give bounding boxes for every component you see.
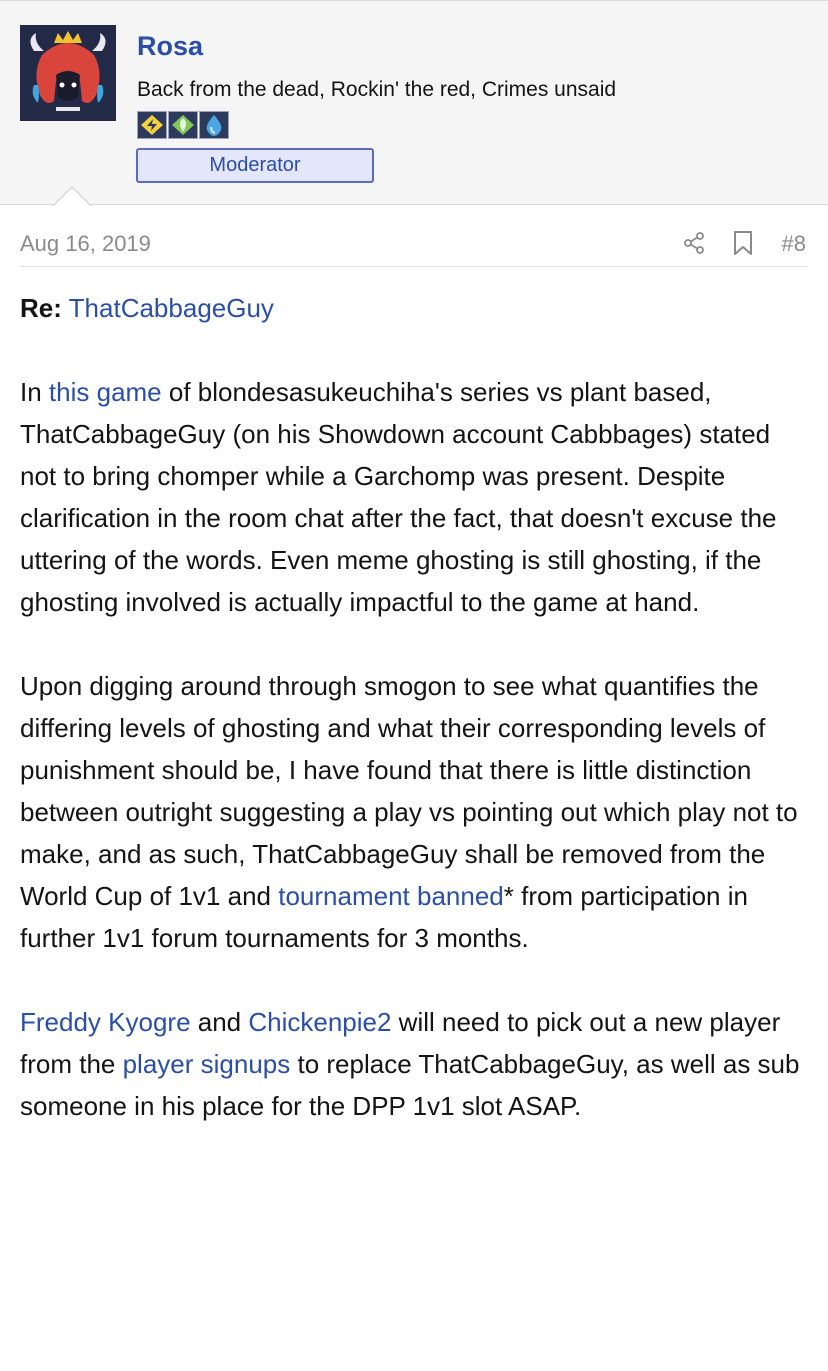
username-link[interactable]: Rosa [137, 31, 203, 62]
paragraph-2: Upon digging around through smogon to se… [20, 671, 798, 953]
grass-type-badge-icon [168, 111, 198, 139]
post-date[interactable]: Aug 16, 2019 [20, 231, 151, 257]
paragraph-3: Freddy Kyogre and Chickenpie2 will need … [20, 1007, 800, 1121]
user-title: Back from the dead, Rockin' the red, Cri… [137, 78, 617, 101]
bookmark-icon[interactable] [732, 230, 754, 256]
electric-type-badge-icon [137, 111, 167, 139]
share-icon[interactable] [682, 231, 706, 255]
water-type-badge-icon [199, 111, 229, 139]
this-game-link[interactable]: this game [49, 377, 162, 407]
type-badges [137, 111, 229, 139]
avatar-image [20, 25, 116, 121]
freddy-kyogre-mention-link[interactable]: Freddy Kyogre [20, 1007, 191, 1037]
reply-target-line: Re: ThatCabbageGuy [20, 287, 810, 329]
chickenpie2-mention-link[interactable]: Chickenpie2 [248, 1007, 391, 1037]
avatar[interactable] [20, 25, 116, 121]
moderator-banner: Moderator [136, 148, 374, 183]
mentioned-user-link[interactable]: ThatCabbageGuy [69, 293, 274, 323]
post-number-link[interactable]: #8 [782, 231, 806, 257]
player-signups-link[interactable]: player signups [123, 1049, 291, 1079]
tournament-banned-link[interactable]: tournament banned [278, 881, 504, 911]
paragraph-1: In this game of blondesasukeuchiha's ser… [20, 377, 777, 617]
post-body: Re: ThatCabbageGuy In this game of blond… [20, 287, 810, 1127]
post-user-block: Rosa Back from the dead, Rockin' the red… [0, 0, 828, 205]
post-meta-bar: Aug 16, 2019 #8 [20, 223, 808, 267]
re-label: Re: [20, 293, 62, 323]
